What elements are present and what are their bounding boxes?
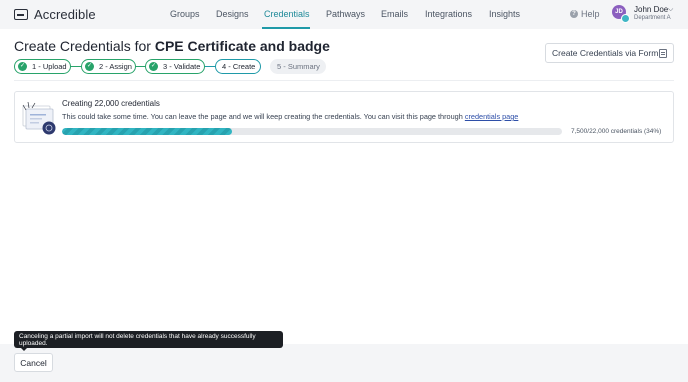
help-link[interactable]: ? Help bbox=[570, 9, 600, 19]
form-icon bbox=[659, 49, 667, 58]
step-label: 4 - Create bbox=[222, 62, 256, 71]
step-label: 1 - Upload bbox=[32, 62, 67, 71]
step-create[interactable]: 4 - Create bbox=[215, 59, 261, 74]
create-via-form-button[interactable]: Create Credentials via Form bbox=[545, 43, 674, 63]
nav-item-emails[interactable]: Emails bbox=[381, 9, 408, 19]
step-assign[interactable]: ✓ 2 - Assign bbox=[81, 59, 136, 74]
nav-item-insights[interactable]: Insights bbox=[489, 9, 520, 19]
logo[interactable]: Accredible bbox=[14, 7, 96, 22]
check-icon: ✓ bbox=[85, 62, 94, 71]
user-name[interactable]: John Doe bbox=[634, 5, 668, 14]
step-label: 2 - Assign bbox=[99, 62, 132, 71]
footer-bar bbox=[0, 344, 688, 382]
nav-item-designs[interactable]: Designs bbox=[216, 9, 249, 19]
tooltip-arrow bbox=[20, 347, 28, 351]
progress-card: Creating 22,000 credentials This could t… bbox=[14, 91, 674, 143]
organization-badge-icon bbox=[621, 14, 630, 23]
check-icon: ✓ bbox=[149, 62, 158, 71]
accredible-logo-icon bbox=[14, 9, 28, 20]
progress-title: Creating 22,000 credentials bbox=[62, 99, 160, 108]
page-title-group: CPE Certificate and badge bbox=[154, 38, 330, 54]
page-title: Create Credentials for CPE Certificate a… bbox=[14, 38, 330, 54]
check-icon: ✓ bbox=[18, 62, 27, 71]
help-icon: ? bbox=[570, 10, 578, 18]
credentials-page-link[interactable]: credentials page bbox=[465, 112, 519, 121]
cancel-tooltip-text: Canceling a partial import will not dele… bbox=[19, 332, 256, 347]
nav-item-pathways[interactable]: Pathways bbox=[326, 9, 365, 19]
progress-description: This could take some time. You can leave… bbox=[62, 112, 518, 121]
step-label: 5 - Summary bbox=[277, 62, 320, 71]
progress-bar-fill bbox=[62, 128, 232, 135]
step-summary: 5 - Summary bbox=[270, 59, 326, 74]
app-name: Accredible bbox=[34, 7, 96, 22]
nav-item-credentials[interactable]: Credentials bbox=[264, 9, 310, 19]
progress-status: 7,500/22,000 credentials (34%) bbox=[571, 128, 662, 135]
header-divider bbox=[14, 80, 674, 81]
help-label: Help bbox=[581, 9, 600, 19]
chevron-down-icon[interactable]: ⌵ bbox=[668, 6, 673, 14]
user-department: Department A bbox=[634, 15, 671, 21]
nav-item-groups[interactable]: Groups bbox=[170, 9, 200, 19]
progress-bar bbox=[62, 128, 562, 135]
certificate-illustration bbox=[22, 101, 56, 135]
cancel-tooltip: Canceling a partial import will not dele… bbox=[14, 331, 283, 348]
step-validate[interactable]: ✓ 3 - Validate bbox=[145, 59, 205, 74]
active-nav-indicator bbox=[262, 27, 310, 29]
top-nav-bar: Accredible Groups Designs Credentials Pa… bbox=[0, 0, 688, 29]
progress-description-text: This could take some time. You can leave… bbox=[62, 112, 463, 121]
step-label: 3 - Validate bbox=[163, 62, 201, 71]
create-via-form-label: Create Credentials via Form bbox=[552, 48, 659, 58]
nav-item-integrations[interactable]: Integrations bbox=[425, 9, 472, 19]
step-upload[interactable]: ✓ 1 - Upload bbox=[14, 59, 71, 74]
page-title-prefix: Create Credentials for bbox=[14, 38, 151, 54]
cancel-button[interactable]: Cancel bbox=[14, 353, 53, 372]
